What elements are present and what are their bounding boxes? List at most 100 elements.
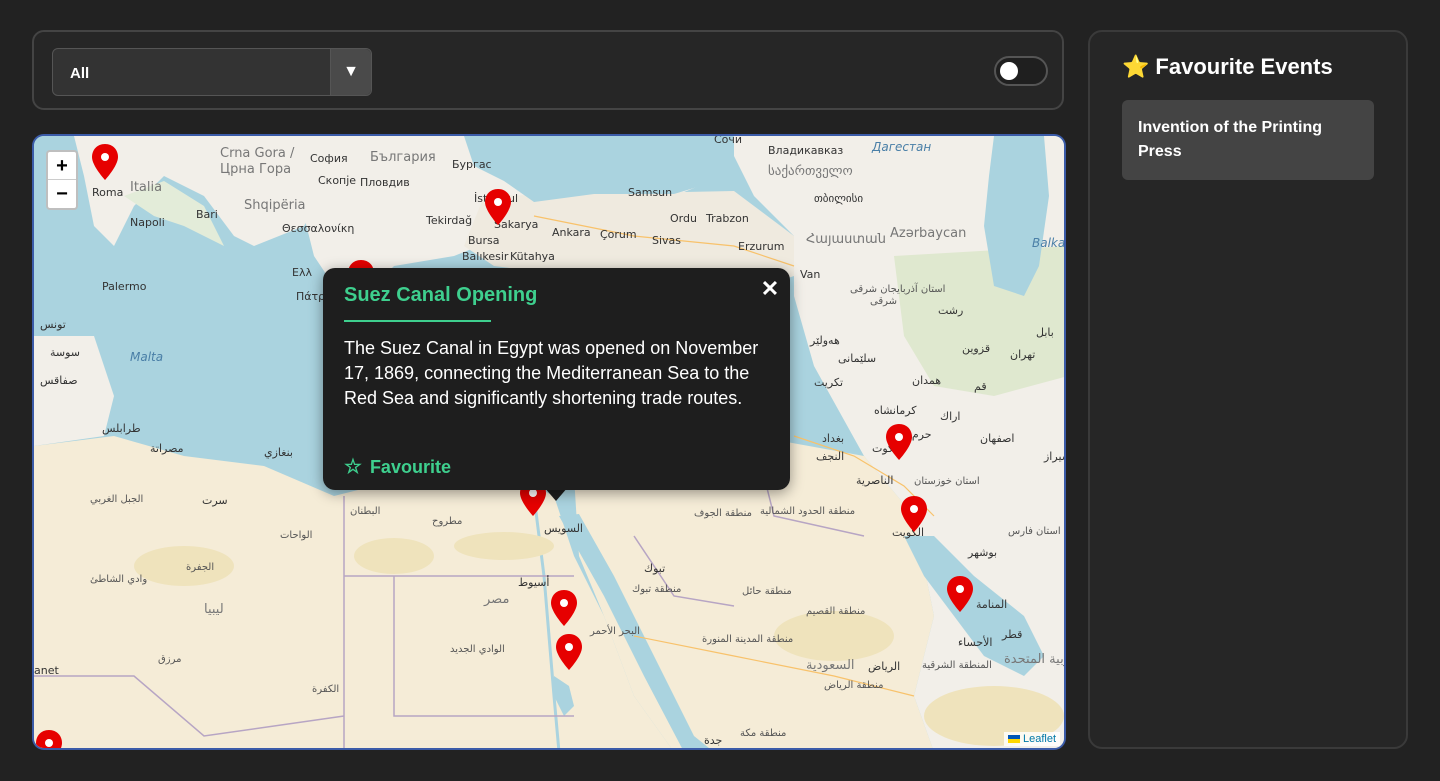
map-marker-icon[interactable] — [901, 496, 927, 532]
zoom-out-button[interactable]: − — [48, 180, 76, 208]
map-marker-icon[interactable] — [947, 576, 973, 612]
map-label: ليبيا — [204, 602, 224, 617]
map-label: София — [310, 152, 348, 165]
sidebar-title: ⭐ Favourite Events — [1122, 54, 1333, 80]
favourite-item-label: Invention of the Printing Press — [1138, 119, 1322, 160]
map-marker-icon[interactable] — [36, 730, 62, 750]
category-select[interactable]: All ▼ — [52, 48, 372, 96]
map-label: مصراتة — [150, 442, 184, 455]
map-label: Tekirdağ — [426, 214, 473, 227]
map-label: Azərbaycan — [890, 226, 967, 241]
map-label: თბილისი — [814, 192, 864, 205]
map-label: Shqipëria — [244, 198, 306, 213]
map-label: النجف — [816, 450, 845, 463]
map-label: Crna Gora / — [220, 146, 295, 161]
map-label: Скопје — [318, 174, 357, 187]
map-label: منطقة حائل — [742, 586, 792, 597]
map-label: المنطقة الشرقية — [922, 660, 992, 671]
map-label: مرزق — [158, 654, 182, 665]
favourite-item[interactable]: Invention of the Printing Press — [1122, 100, 1374, 180]
event-popup: Suez Canal Opening The Suez Canal in Egy… — [323, 268, 790, 490]
map-label: საქართველო — [768, 164, 853, 179]
map-label: قزوين — [962, 342, 991, 355]
map-label: الإمارات العربية المتحدة — [1004, 652, 1064, 667]
map-label: البطنان — [350, 506, 381, 517]
map-label: بنغازي — [264, 446, 293, 459]
map-label: سلێمانی — [838, 352, 877, 365]
map-label: Palermo — [102, 280, 147, 293]
favourite-button[interactable]: ☆ Favourite — [344, 454, 451, 479]
map-label: بوشهر — [968, 546, 998, 559]
map-label: شيراز — [1044, 450, 1064, 463]
attribution-link[interactable]: Leaflet — [1023, 733, 1056, 745]
map-marker-icon[interactable] — [551, 590, 577, 626]
map-label: قم — [974, 380, 987, 393]
map-label: الأحساء — [958, 636, 993, 649]
map-label: تبوك — [644, 562, 666, 575]
map-label: الواحات — [280, 530, 313, 541]
map-label: Italia — [130, 180, 163, 195]
map-label: منطقة تبوك — [632, 584, 682, 595]
zoom-in-button[interactable]: + — [48, 152, 76, 180]
map-label: سرت — [202, 494, 228, 507]
map-label: كرمانشاه — [874, 404, 917, 417]
map-label: الوادي الجديد — [450, 644, 505, 655]
sidebar-title-text: Favourite Events — [1155, 54, 1333, 79]
map-label: Erzurum — [738, 240, 785, 253]
theme-toggle[interactable] — [994, 56, 1048, 86]
map-label: Napoli — [130, 216, 165, 229]
map-label: منطقة المدينة المنورة — [702, 634, 794, 645]
popup-description: The Suez Canal in Egypt was opened on No… — [344, 338, 759, 408]
map-marker-icon[interactable] — [92, 144, 118, 180]
map-label: منطقة مكة — [740, 728, 787, 739]
favourite-label: Favourite — [369, 457, 451, 477]
map-view[interactable]: Сочи Владикавказ Дагестан Crna Gora / Цр… — [32, 134, 1066, 750]
map-label: استان آذربایجان شرقی — [850, 284, 946, 295]
map-label: Bari — [196, 208, 218, 221]
map-label: البحر الأحمر — [590, 626, 640, 637]
map-label: Bursa — [468, 234, 500, 247]
map-label: جدة — [704, 734, 723, 747]
map-label: منطقة الحدود الشمالية — [760, 506, 856, 517]
map-label: تهران — [1010, 348, 1036, 361]
map-label: شرقی — [870, 296, 898, 307]
star-outline-icon: ☆ — [344, 456, 362, 478]
map-label: صفاقس — [40, 374, 78, 387]
map-label: anet — [34, 664, 59, 677]
controls-bar: All ▼ — [32, 30, 1064, 110]
map-label: Sivas — [652, 234, 682, 247]
map-label: تكريت — [814, 376, 844, 389]
map-attribution[interactable]: Leaflet — [1003, 732, 1060, 746]
zoom-control: + − — [46, 150, 78, 210]
map-label: تونس — [40, 318, 66, 331]
map-label: منطقة الرياض — [824, 680, 884, 691]
map-label: هەولێر — [810, 334, 840, 347]
map-label: سوسة — [50, 346, 81, 359]
map-label: Samsun — [628, 186, 673, 199]
map-label: اصفهان — [980, 432, 1015, 445]
toggle-knob — [1000, 62, 1018, 80]
map-label: مصر — [484, 592, 510, 607]
map-label: Ankara — [552, 226, 591, 239]
map-label: Владикавказ — [768, 144, 844, 157]
map-label: Balkan — [1032, 236, 1066, 250]
chevron-down-icon[interactable]: ▼ — [330, 49, 371, 95]
map-label: الجفرة — [186, 562, 215, 573]
map-label: Malta — [130, 350, 164, 364]
map-label: همدان — [912, 374, 942, 387]
map-label: Дагестан — [872, 140, 932, 154]
close-icon[interactable]: ✕ — [758, 276, 782, 302]
map-marker-icon[interactable] — [886, 424, 912, 460]
map-label: أسيوط — [518, 576, 550, 589]
map-label: Ελλ — [292, 266, 312, 279]
star-icon: ⭐ — [1122, 54, 1150, 79]
map-label: Ordu — [670, 212, 697, 225]
map-label: Trabzon — [706, 212, 749, 225]
map-marker-icon[interactable] — [485, 189, 511, 225]
map-label: Сочи — [714, 134, 743, 146]
map-label: رشت — [938, 304, 964, 317]
popup-title: Suez Canal Opening — [344, 284, 538, 306]
map-label: Θεσσαλονίκη — [282, 222, 355, 235]
map-marker-icon[interactable] — [556, 634, 582, 670]
map-label: Црна Гора — [220, 162, 292, 177]
